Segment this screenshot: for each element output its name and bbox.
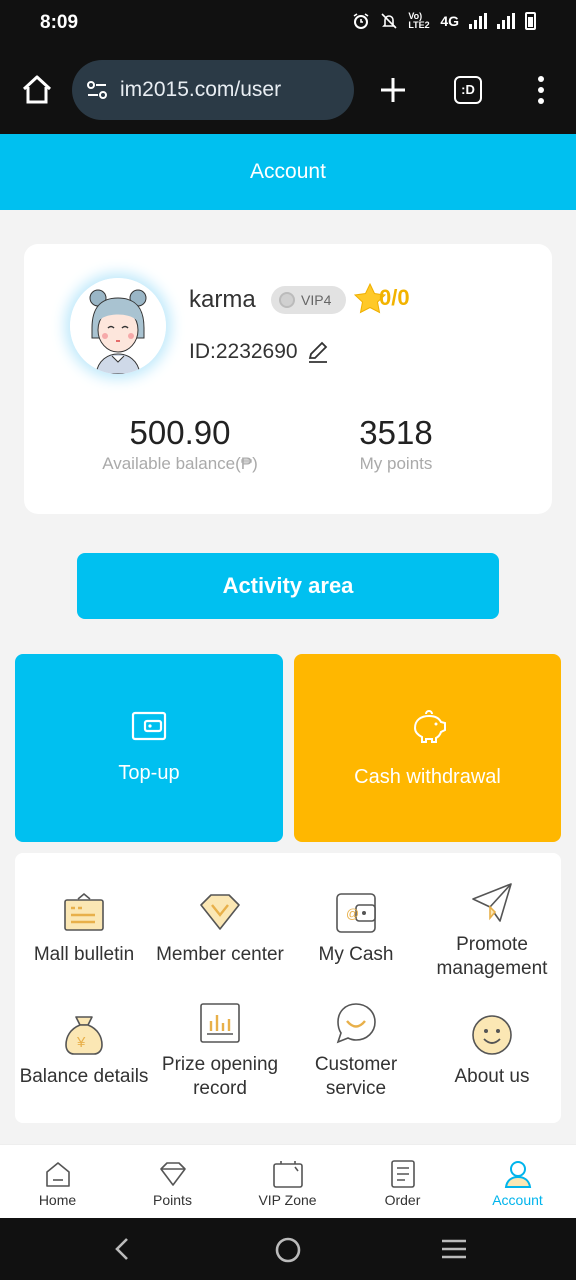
avatar[interactable] [70, 278, 166, 374]
new-tab-icon[interactable] [376, 73, 410, 107]
signal-icon-2 [497, 13, 515, 29]
edit-icon[interactable] [306, 340, 330, 364]
home-circle-icon[interactable] [274, 1236, 302, 1264]
bottom-navigation: Home Points VIP Zone Order Account [0, 1144, 576, 1218]
balance-label: Available balance(₱) [102, 454, 258, 473]
page-title: Account [250, 160, 326, 183]
vip-level: VIP4 [301, 292, 332, 308]
grid-item-my-cash[interactable]: @ My Cash [288, 891, 424, 967]
address-bar[interactable]: im2015.com/user [72, 60, 354, 120]
url-text: im2015.com/user [120, 78, 282, 101]
points-stat: 3518 My points [326, 414, 466, 474]
username: karma [189, 286, 256, 313]
points-label: My points [359, 454, 433, 473]
nav-vip-zone[interactable]: VIP Zone [230, 1145, 345, 1219]
piggy-bank-icon [413, 710, 446, 743]
vip-badge: VIP4 [271, 286, 346, 314]
diamond-icon [200, 894, 240, 930]
order-icon [390, 1160, 415, 1188]
stars-indicator: 0/0 [353, 282, 410, 314]
topup-label: Top-up [118, 762, 180, 784]
recents-icon[interactable] [440, 1236, 468, 1262]
grid-item-mall-bulletin[interactable]: Mall bulletin [16, 891, 152, 967]
home-icon[interactable] [20, 73, 54, 107]
site-settings-icon[interactable] [84, 77, 110, 103]
status-bar: 8:09 Vo) LTE2 4G [0, 0, 576, 48]
user-id-text: ID:2232690 [189, 340, 298, 363]
wallet-card-icon [131, 711, 167, 741]
chat-smile-icon [336, 1003, 376, 1044]
cash-withdrawal-button[interactable]: Cash withdrawal [294, 654, 561, 842]
svg-text:@: @ [346, 906, 359, 921]
page-header: Account [0, 134, 576, 210]
grid-item-promote-management[interactable]: Promote management [424, 881, 560, 981]
grid-item-balance-details[interactable]: ¥ Balance details [16, 1013, 152, 1089]
back-icon[interactable] [110, 1236, 136, 1262]
status-time: 8:09 [40, 12, 79, 33]
more-menu-icon[interactable] [524, 73, 558, 107]
wallet-icon: @ [336, 893, 376, 933]
nav-account[interactable]: Account [460, 1145, 575, 1219]
vip-medal-icon [279, 292, 295, 308]
stars-count: 0/0 [379, 285, 410, 310]
money-bag-icon: ¥ [65, 1016, 103, 1055]
tab-count: :D [461, 82, 475, 97]
nav-order[interactable]: Order [345, 1145, 460, 1219]
network-label: 4G [440, 13, 459, 29]
paper-plane-icon [472, 883, 512, 922]
bulletin-icon [64, 892, 104, 931]
status-icons: Vo) LTE2 4G [352, 12, 536, 30]
avatar-image [70, 278, 166, 374]
system-navigation-bar [0, 1218, 576, 1280]
bar-chart-icon [200, 1003, 240, 1043]
account-icon [504, 1161, 531, 1188]
grid-item-member-center[interactable]: Member center [152, 891, 288, 967]
cash-withdrawal-label: Cash withdrawal [354, 766, 501, 788]
menu-grid: Mall bulletin Member center @ My Cash Pr… [15, 853, 561, 1123]
volte-label: Vo) LTE2 [408, 11, 430, 30]
mute-icon [381, 13, 397, 29]
gem-icon [159, 1162, 186, 1186]
home-icon [45, 1162, 70, 1187]
tab-switcher-button[interactable]: :D [454, 76, 482, 104]
signal-icon [469, 13, 487, 29]
activity-area-label: Activity area [222, 573, 354, 598]
grid-item-customer-service[interactable]: Customer service [288, 1001, 424, 1101]
topup-button[interactable]: Top-up [15, 654, 283, 842]
activity-area-button[interactable]: Activity area [77, 553, 499, 619]
points-value: 3518 [359, 414, 433, 451]
balance-value: 500.90 [129, 414, 231, 451]
grid-item-about-us[interactable]: About us [424, 1013, 560, 1089]
smiley-icon [472, 1015, 512, 1055]
nav-points[interactable]: Points [115, 1145, 230, 1219]
balance-stat: 500.90 Available balance(₱) [90, 414, 270, 474]
browser-toolbar: im2015.com/user :D [0, 48, 576, 134]
svg-text:¥: ¥ [76, 1034, 86, 1051]
alarm-icon [353, 13, 369, 29]
nav-home[interactable]: Home [0, 1145, 115, 1219]
battery-icon [525, 12, 536, 30]
profile-card: karma VIP4 0/0 ID:2232690 500.90 Availab… [24, 244, 552, 514]
grid-item-prize-opening-record[interactable]: Prize opening record [152, 1001, 288, 1101]
user-id: ID:2232690 [189, 340, 330, 364]
vip-icon [272, 1161, 303, 1188]
